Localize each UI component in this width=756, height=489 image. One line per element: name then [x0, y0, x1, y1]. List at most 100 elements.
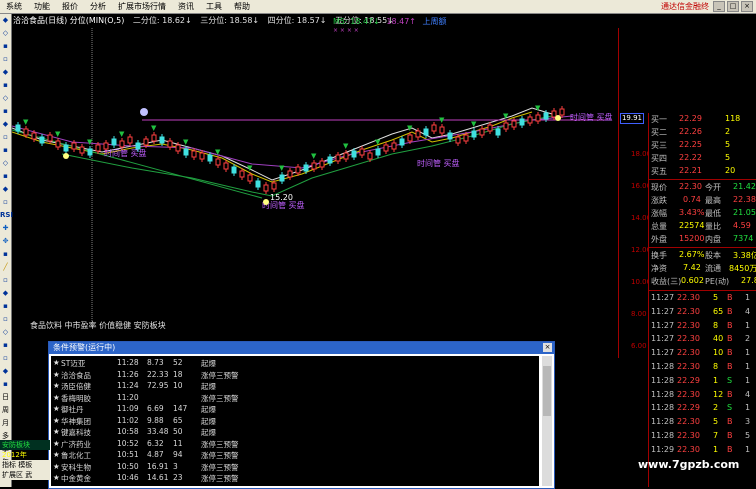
alert-row[interactable]: ★ ST迈亚 11:28 8.73 52 起爆 [51, 358, 539, 369]
stat-row: 涨跌 0.74 最高 22.38 [651, 195, 756, 205]
toolbar-button[interactable]: ◇ [0, 157, 11, 170]
alert-row[interactable]: ★ 中金黄金 10:46 14.61 23 涨停三预警 [51, 473, 539, 484]
alert-row[interactable]: ★ 汤臣倍健 11:24 72.95 10 起爆 [51, 381, 539, 392]
toolbar-button[interactable]: ▫ [0, 274, 11, 287]
tick-sign: 4 [745, 306, 751, 316]
period-month[interactable]: 月 [0, 417, 11, 430]
close-icon[interactable]: × [543, 343, 552, 352]
toolbar-button[interactable]: ▪ [0, 339, 11, 352]
toolbar-button[interactable]: ◆ [0, 287, 11, 300]
candle-body [431, 124, 437, 132]
arrow-down-icon: ▼ [375, 138, 381, 146]
close-icon[interactable]: × [741, 1, 753, 12]
toolbar-button[interactable]: ▫ [0, 352, 11, 365]
alert-row[interactable]: ★ 键嘉科技 10:58 33.48 50 起爆 [51, 427, 539, 438]
tick-row: 11:28 22.30 7 B 5 [649, 431, 756, 443]
menu-news[interactable]: 资讯 [172, 1, 200, 12]
alert-price: 33.48 [147, 427, 169, 436]
menu-function[interactable]: 功能 [28, 1, 56, 12]
toolbar-button[interactable]: ◇ [0, 27, 11, 40]
alert-title-bar[interactable]: 条件预警(运行中) × [49, 342, 554, 354]
period-week[interactable]: 周 [0, 404, 11, 417]
condition-alert-window[interactable]: 条件预警(运行中) × ★ ST迈亚 11:28 8.73 52 起爆 ★ 洽洽食品 11:26… [48, 341, 555, 489]
tick-vol: 5 [713, 293, 719, 302]
tick-dir: B [727, 320, 733, 330]
minimize-icon[interactable]: _ [713, 1, 725, 12]
alert-row[interactable]: ★ 广济药业 10:52 6.32 11 涨停三预警 [51, 439, 539, 450]
alert-row[interactable]: ★ 洽洽食品 11:26 22.33 18 涨停三预警 [51, 370, 539, 381]
tick-row: 11:28 22.30 8 B 1 [649, 362, 756, 374]
bottom-tabs: 安防板块 2012年 指标 模板 扩展区 武 [0, 440, 50, 487]
maximize-icon[interactable]: □ [727, 1, 739, 12]
alert-type: 起爆 [201, 416, 216, 426]
scrollbar-thumb[interactable] [543, 366, 551, 416]
alert-name: 键嘉科技 [61, 428, 91, 437]
alert-type: 起爆 [201, 428, 216, 437]
toolbar-button[interactable]: ▫ [0, 313, 11, 326]
toolbar-button[interactable]: ▪ [0, 40, 11, 53]
candle-body [63, 144, 69, 152]
alert-price: 16.91 [147, 461, 169, 471]
candlestick-chart[interactable]: ▼▼▼▼▼▼▼▼ ▼▼▼ ▼▼▼ ▼▼▼ 时间管 买盘 时间管 买盘 时间管 买盘 时… [12, 28, 618, 328]
tab-sector[interactable]: 安防板块 [0, 440, 50, 450]
toolbar-button[interactable]: ◆ [0, 118, 11, 131]
tab-extension[interactable]: 扩展区 武 [0, 470, 50, 480]
stock-title: 洽洽食品(日线) 分位(MIN(O,5) [13, 16, 125, 25]
divider [649, 290, 756, 291]
toolbar-button[interactable]: ◆ [0, 14, 11, 27]
toolbar-button[interactable]: ▪ [0, 300, 11, 313]
toolbar-button[interactable]: ▪ [0, 144, 11, 157]
alert-list[interactable]: ★ ST迈亚 11:28 8.73 52 起爆 ★ 洽洽食品 11:26 22.33 18 涨停三预警… [51, 356, 539, 486]
candle-body [111, 138, 117, 146]
alert-price: 6.32 [147, 438, 164, 448]
arrow-down-icon: ▼ [343, 142, 349, 150]
toolbar-button[interactable]: ◆ [0, 365, 11, 378]
toolbar-button[interactable]: ▫ [0, 53, 11, 66]
alert-time: 10:46 [117, 473, 139, 482]
menu-system[interactable]: 系统 [0, 1, 28, 12]
menu-analysis[interactable]: 分析 [84, 1, 112, 12]
alert-time: 10:52 [117, 438, 139, 448]
stat-row: 涨幅 3.43% 最低 21.05 [651, 208, 756, 218]
toolbar-button[interactable]: ╱ [0, 261, 11, 274]
candle-body [47, 134, 53, 142]
toolbar-button[interactable]: ✚ [0, 222, 11, 235]
alert-row[interactable]: ★ 御社丹 11:09 6.69 147 起爆 [51, 404, 539, 415]
candle-body [407, 134, 413, 142]
toolbar-button[interactable]: ▪ [0, 248, 11, 261]
period-day[interactable]: 日 [0, 391, 11, 404]
tick-vol: 1 [713, 444, 719, 454]
tab-year[interactable]: 2012年 [0, 450, 50, 460]
alert-row[interactable]: ★ 香梅明胶 11:20 涨停三预警 [51, 393, 539, 404]
brand-label: 通达信金融终 [661, 2, 709, 11]
toolbar-button[interactable]: ▪ [0, 378, 11, 391]
alert-scrollbar[interactable] [542, 356, 552, 486]
bid-row: 买五 22.21 20 [651, 166, 736, 176]
candle-body [543, 112, 549, 120]
toolbar-button[interactable]: ▫ [0, 196, 11, 209]
toolbar-button[interactable]: ◇ [0, 92, 11, 105]
alert-name: 御社丹 [61, 405, 84, 414]
alert-row[interactable]: ★ 华神集团 11:02 9.88 65 起爆 [51, 416, 539, 427]
menu-quote[interactable]: 报价 [56, 1, 84, 12]
tick-sign: 1 [745, 320, 751, 330]
toolbar-button[interactable]: ◇ [0, 326, 11, 339]
tab-indicator-template[interactable]: 指标 模板 [0, 460, 50, 470]
tick-row: 11:29 22.30 1 B 1 [649, 445, 756, 457]
rsi-button[interactable]: RSI [0, 209, 13, 222]
menu-help[interactable]: 帮助 [228, 1, 256, 12]
toolbar-button[interactable]: ◆ [0, 183, 11, 196]
toolbar-button[interactable]: ▪ [0, 79, 11, 92]
alert-row[interactable]: ★ 安科生物 10:50 16.91 3 涨停三预警 [51, 462, 539, 473]
menu-ext-market[interactable]: 扩展市场行情 [112, 1, 172, 12]
menu-tools[interactable]: 工具 [200, 1, 228, 12]
candle-body [479, 128, 485, 136]
divider [649, 247, 756, 248]
alert-row[interactable]: ★ 鲁北化工 10:51 4.87 94 涨停三预警 [51, 450, 539, 461]
toolbar-button[interactable]: ▫ [0, 131, 11, 144]
alert-time: 10:51 [117, 450, 139, 459]
toolbar-button[interactable]: ▪ [0, 105, 11, 118]
toolbar-button[interactable]: ◆ [0, 66, 11, 79]
toolbar-button[interactable]: ▪ [0, 170, 11, 183]
toolbar-button[interactable]: ✥ [0, 235, 11, 248]
